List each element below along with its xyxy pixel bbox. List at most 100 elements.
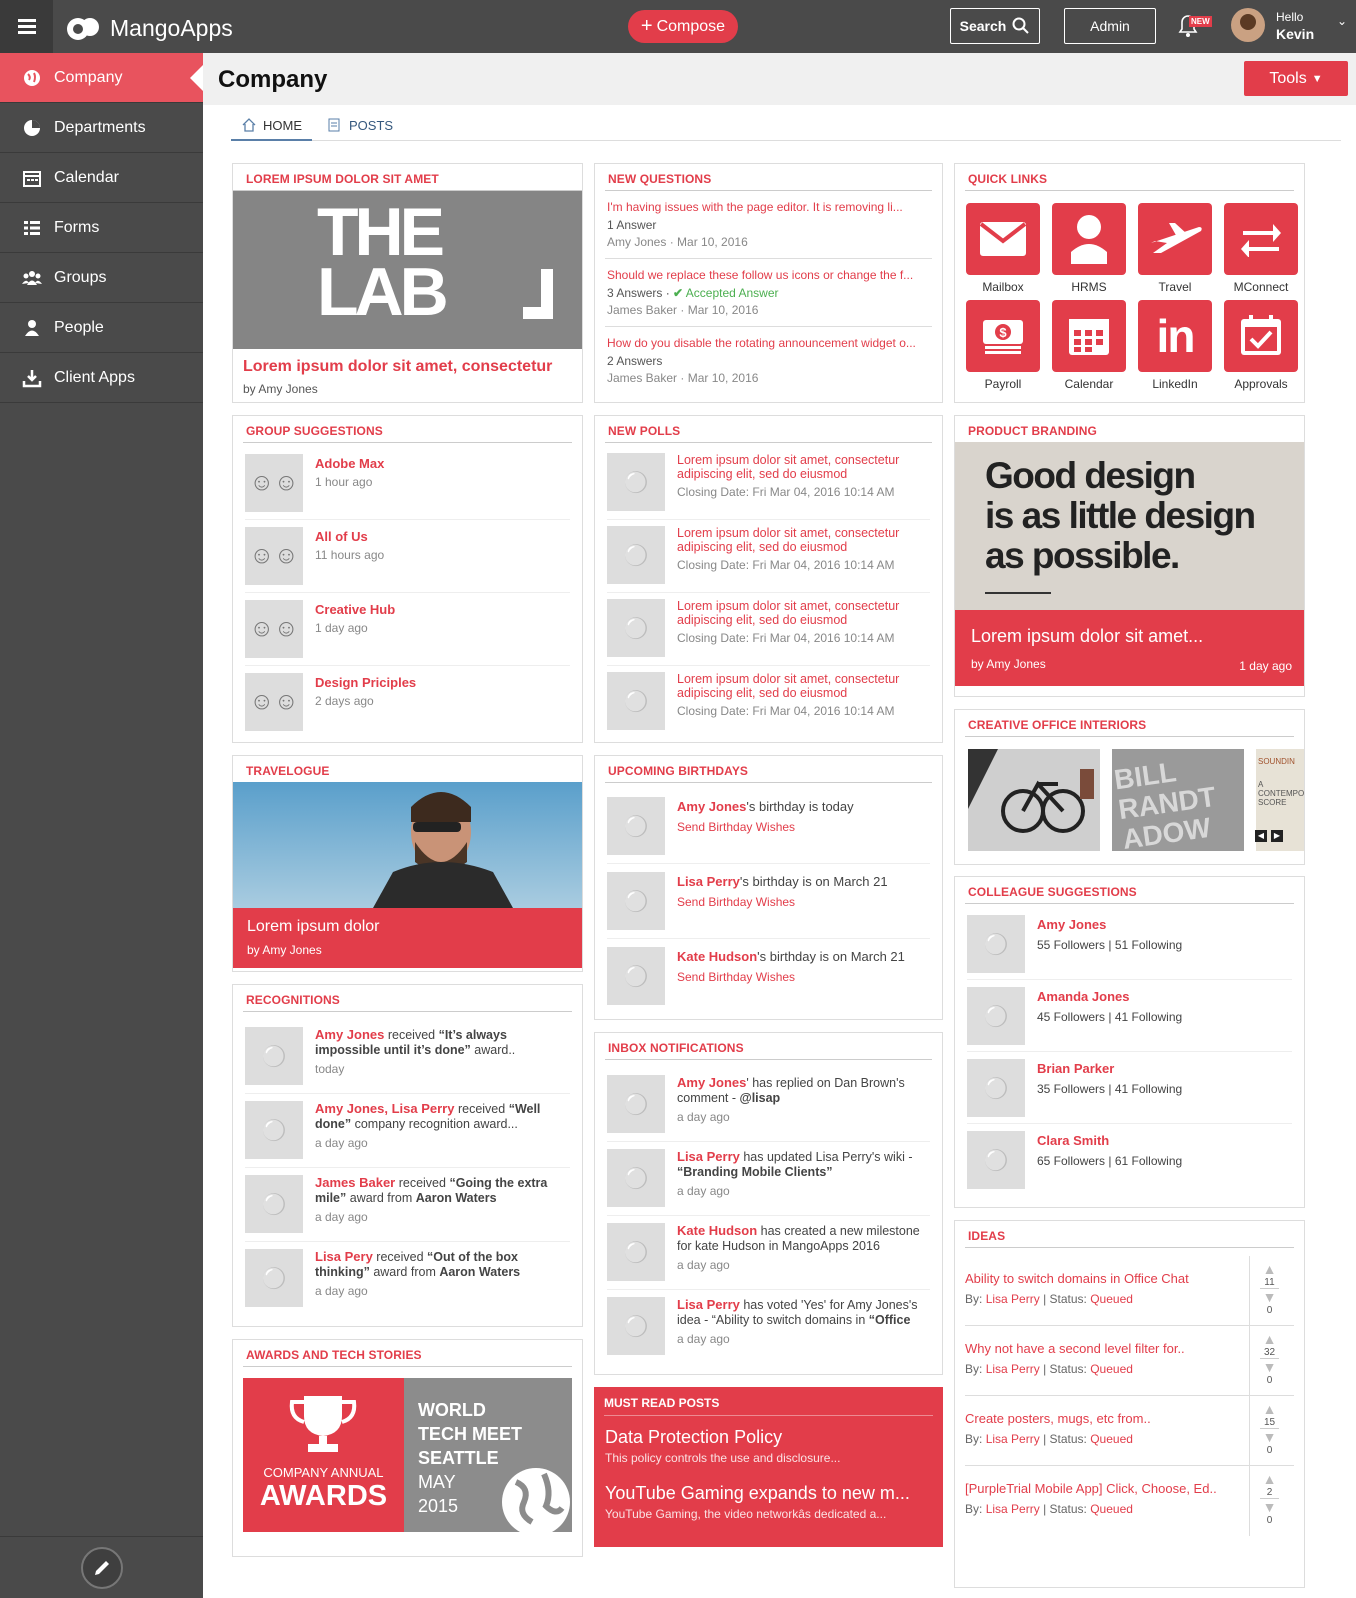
poll-title-2[interactable]: adipiscing elit, sed do eiusmod bbox=[677, 467, 899, 481]
interior-image-1[interactable] bbox=[968, 749, 1100, 851]
list-item[interactable]: ☺☺ All of Us 11 hours ago bbox=[245, 520, 570, 593]
thumbs-down-icon[interactable]: ▼ bbox=[1250, 1499, 1289, 1515]
birthday-person[interactable]: Lisa Perry bbox=[677, 874, 740, 889]
actor-name[interactable]: Lisa Perry bbox=[677, 1149, 740, 1164]
travelogue-banner[interactable]: Lorem ipsum dolor by Amy Jones bbox=[233, 908, 582, 968]
must-read-post-1[interactable]: Data Protection Policy This policy contr… bbox=[594, 1416, 943, 1465]
list-item[interactable]: ⚪ Brian Parker 35 Followers | 41 Following bbox=[967, 1052, 1292, 1124]
app-logo[interactable]: MangoApps bbox=[64, 13, 233, 43]
list-item[interactable]: ☺☺ Creative Hub 1 day ago bbox=[245, 593, 570, 666]
poll-title-2[interactable]: adipiscing elit, sed do eiusmod bbox=[677, 540, 899, 554]
colleague-name[interactable]: Clara Smith bbox=[1037, 1133, 1182, 1148]
thumbs-up-icon[interactable]: ▲ bbox=[1250, 1331, 1289, 1347]
compose-button[interactable]: + Compose bbox=[628, 10, 738, 43]
menu-toggle-button[interactable] bbox=[0, 0, 53, 53]
question-link[interactable]: I'm having issues with the page editor. … bbox=[607, 200, 930, 214]
thumbs-up-icon[interactable]: ▲ bbox=[1250, 1471, 1289, 1487]
branding-banner[interactable]: Lorem ipsum dolor sit amet... by Amy Jon… bbox=[955, 610, 1304, 686]
idea-title[interactable]: Create posters, mugs, etc from.. bbox=[965, 1411, 1294, 1426]
user-menu[interactable]: Hello Kevin ⌄ bbox=[1231, 6, 1356, 48]
thumbs-down-icon[interactable]: ▼ bbox=[1250, 1289, 1289, 1305]
idea-author[interactable]: Lisa Perry bbox=[986, 1292, 1040, 1306]
list-item[interactable]: ⚪ Lorem ipsum dolor sit amet, consectetur… bbox=[607, 666, 930, 738]
poll-title-1[interactable]: Lorem ipsum dolor sit amet, consectetur bbox=[677, 599, 899, 613]
carousel-prev-button[interactable]: ◀ bbox=[1255, 830, 1267, 842]
recognized-person-2[interactable]: , Lisa Perry bbox=[384, 1101, 454, 1116]
idea-author[interactable]: Lisa Perry bbox=[986, 1362, 1040, 1376]
list-item[interactable]: ⚪ Amy Jones 55 Followers | 51 Following bbox=[967, 908, 1292, 980]
interior-image-2[interactable]: BILL RANDT ADOW bbox=[1112, 749, 1244, 851]
question-link[interactable]: How do you disable the rotating announce… bbox=[607, 336, 930, 350]
list-item[interactable]: ⚪ Clara Smith 65 Followers | 61 Following bbox=[967, 1124, 1292, 1195]
admin-button[interactable]: Admin bbox=[1064, 8, 1156, 44]
colleague-name[interactable]: Amanda Jones bbox=[1037, 989, 1182, 1004]
quicklink-approvals[interactable]: Approvals bbox=[1224, 300, 1298, 391]
sidebar-item-client-apps[interactable]: Client Apps bbox=[0, 353, 203, 403]
list-item[interactable]: ⚪ Lorem ipsum dolor sit amet, consectetur… bbox=[607, 520, 930, 593]
quicklink-mconnect[interactable]: MConnect bbox=[1224, 203, 1298, 294]
idea-title[interactable]: Why not have a second level filter for.. bbox=[965, 1341, 1294, 1356]
birthday-person[interactable]: Amy Jones bbox=[677, 799, 746, 814]
group-name[interactable]: All of Us bbox=[315, 529, 384, 544]
list-item[interactable]: ⚪ Lorem ipsum dolor sit amet, consectetur… bbox=[607, 447, 930, 520]
colleague-name[interactable]: Amy Jones bbox=[1037, 917, 1182, 932]
actor-name[interactable]: Amy Jones bbox=[677, 1075, 746, 1090]
poll-title-2[interactable]: adipiscing elit, sed do eiusmod bbox=[677, 613, 899, 627]
sidebar-item-company[interactable]: Company bbox=[0, 53, 203, 103]
recognized-person[interactable]: James Baker bbox=[315, 1175, 395, 1190]
featured-title[interactable]: Lorem ipsum dolor sit amet, consectetur bbox=[233, 349, 582, 376]
actor-name[interactable]: Kate Hudson bbox=[677, 1223, 757, 1238]
actor-name[interactable]: Lisa Perry bbox=[677, 1297, 740, 1312]
recognized-person[interactable]: Amy Jones bbox=[315, 1027, 384, 1042]
tools-button[interactable]: Tools ▼ bbox=[1244, 61, 1348, 96]
list-item[interactable]: ⚪ Lorem ipsum dolor sit amet, consectetur… bbox=[607, 593, 930, 666]
sidebar-item-forms[interactable]: Forms bbox=[0, 203, 203, 253]
thumbs-down-icon[interactable]: ▼ bbox=[1250, 1359, 1289, 1375]
quicklink-mailbox[interactable]: Mailbox bbox=[966, 203, 1040, 294]
list-item[interactable]: ⚪ Kate Hudson has created a new milestone… bbox=[607, 1216, 930, 1290]
idea-author[interactable]: Lisa Perry bbox=[986, 1432, 1040, 1446]
birthday-person[interactable]: Kate Hudson bbox=[677, 949, 757, 964]
quicklink-travel[interactable]: Travel bbox=[1138, 203, 1212, 294]
thumbs-up-icon[interactable]: ▲ bbox=[1250, 1401, 1289, 1417]
quicklink-calendar[interactable]: Calendar bbox=[1052, 300, 1126, 391]
poll-title-1[interactable]: Lorem ipsum dolor sit amet, consectetur bbox=[677, 526, 899, 540]
sidebar-item-people[interactable]: People bbox=[0, 303, 203, 353]
list-item[interactable]: ⚪ Amy Jones' has replied on Dan Brown's c… bbox=[607, 1068, 930, 1142]
group-name[interactable]: Design Priciples bbox=[315, 675, 416, 690]
sidebar-item-departments[interactable]: Departments bbox=[0, 103, 203, 153]
search-button[interactable]: Search bbox=[950, 8, 1040, 44]
quicklink-hrms[interactable]: HRMS bbox=[1052, 203, 1126, 294]
thumbs-down-icon[interactable]: ▼ bbox=[1250, 1429, 1289, 1445]
group-name[interactable]: Creative Hub bbox=[315, 602, 395, 617]
list-item[interactable]: ☺☺ Adobe Max 1 hour ago bbox=[245, 447, 570, 520]
travelogue-image[interactable] bbox=[233, 782, 582, 908]
idea-title[interactable]: [PurpleTrial Mobile App] Click, Choose, … bbox=[965, 1481, 1294, 1496]
list-item[interactable]: ⚪ Lisa Perry has voted 'Yes' for Amy Jone… bbox=[607, 1290, 930, 1363]
recognized-person[interactable]: Lisa Pery bbox=[315, 1249, 373, 1264]
list-item[interactable]: ⚪ Amanda Jones 45 Followers | 41 Following bbox=[967, 980, 1292, 1052]
recognized-person[interactable]: Amy Jones bbox=[315, 1101, 384, 1116]
tab-posts[interactable]: POSTS bbox=[327, 117, 393, 139]
quicklink-linkedin[interactable]: in LinkedIn bbox=[1138, 300, 1212, 391]
send-wishes-link[interactable]: Send Birthday Wishes bbox=[677, 970, 905, 984]
tab-home[interactable]: HOME bbox=[231, 117, 312, 141]
question-link[interactable]: Should we replace these follow us icons … bbox=[607, 268, 930, 282]
sidebar-item-groups[interactable]: Groups bbox=[0, 253, 203, 303]
idea-author[interactable]: Lisa Perry bbox=[986, 1502, 1040, 1516]
featured-image[interactable]: THE LAB bbox=[233, 191, 582, 349]
poll-title-1[interactable]: Lorem ipsum dolor sit amet, consectetur bbox=[677, 672, 899, 686]
group-name[interactable]: Adobe Max bbox=[315, 456, 384, 471]
send-wishes-link[interactable]: Send Birthday Wishes bbox=[677, 895, 888, 909]
poll-title-1[interactable]: Lorem ipsum dolor sit amet, consectetur bbox=[677, 453, 899, 467]
edit-button[interactable] bbox=[80, 1546, 123, 1589]
quicklink-payroll[interactable]: $ Payroll bbox=[966, 300, 1040, 391]
list-item[interactable]: ☺☺ Design Priciples 2 days ago bbox=[245, 666, 570, 738]
awards-banner[interactable]: COMPANY ANNUAL AWARDS WORLD TECH MEET SE… bbox=[243, 1378, 572, 1532]
colleague-name[interactable]: Brian Parker bbox=[1037, 1061, 1182, 1076]
must-read-post-2[interactable]: YouTube Gaming expands to new m... YouTu… bbox=[594, 1465, 943, 1521]
poll-title-2[interactable]: adipiscing elit, sed do eiusmod bbox=[677, 686, 899, 700]
notifications-button[interactable]: NEW bbox=[1175, 12, 1215, 42]
list-item[interactable]: ⚪ Lisa Perry has updated Lisa Perry's wik… bbox=[607, 1142, 930, 1216]
sidebar-item-calendar[interactable]: Calendar bbox=[0, 153, 203, 203]
